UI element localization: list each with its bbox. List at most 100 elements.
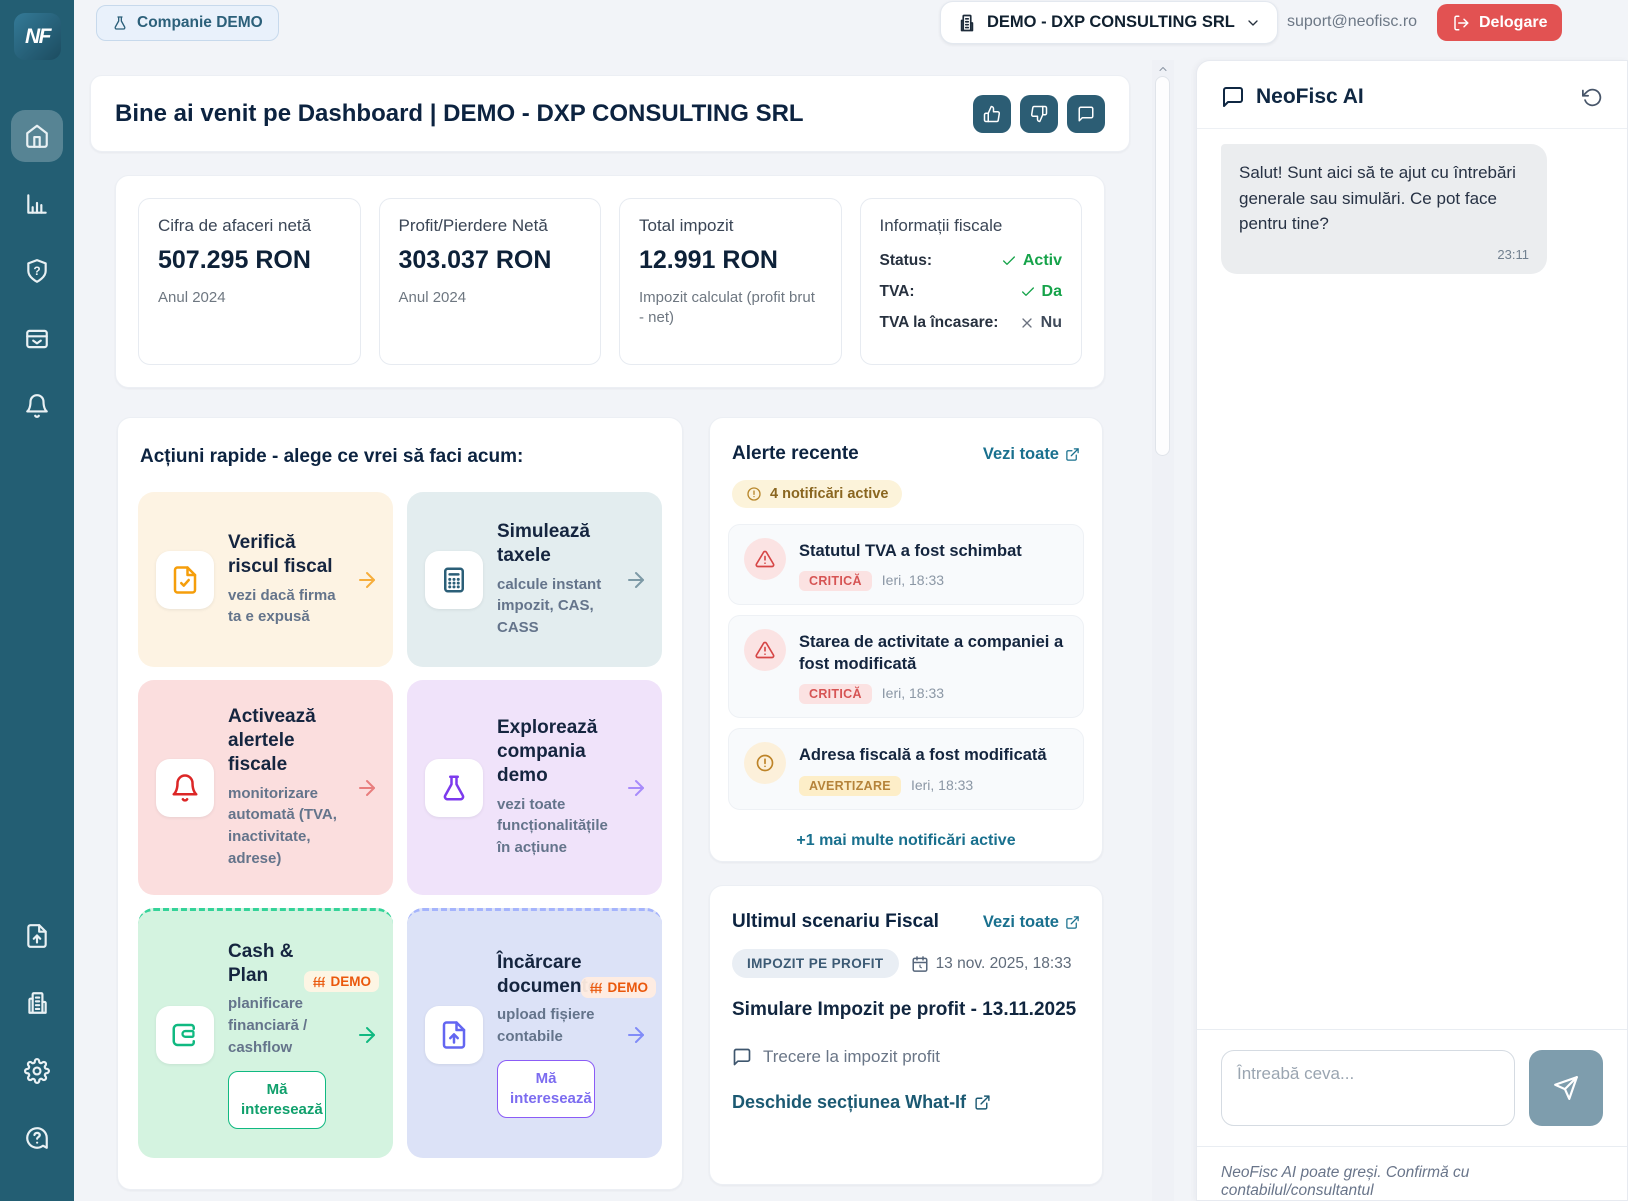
more-notifications-link[interactable]: +1 mai multe notificări active (728, 832, 1084, 850)
feedback-chat-button[interactable] (1067, 95, 1105, 133)
demo-badge-label: DEMO (608, 980, 649, 995)
thumbs-down-button[interactable] (1020, 95, 1058, 133)
scrollbar-thumb[interactable] (1155, 76, 1170, 456)
thumbs-up-icon (983, 105, 1001, 123)
calculator-icon (425, 551, 483, 609)
sidebar-item-documents[interactable] (24, 923, 50, 949)
quick-actions-panel: Acțiuni rapide - alege ce vrei să faci a… (117, 417, 683, 1190)
open-whatif-link[interactable]: Deschide secțiunea What-If (732, 1092, 1080, 1113)
external-link-icon (1065, 915, 1080, 930)
alert-item[interactable]: Starea de activitate a companiei a fost … (728, 615, 1084, 718)
sidebar: NF ? (0, 0, 74, 1201)
action-card-cash-plan[interactable]: DEMO Cash & Plan planificare financiară … (138, 908, 393, 1158)
sidebar-item-analytics[interactable] (24, 191, 50, 217)
sidebar-item-risk[interactable]: ? (24, 258, 50, 284)
scenario-view-all-link[interactable]: Vezi toate (983, 913, 1080, 932)
alerts-title: Alerte recente (732, 443, 859, 465)
view-all-label: Vezi toate (983, 913, 1059, 932)
sidebar-item-alerts[interactable] (24, 393, 50, 419)
scenario-type-badge: IMPOZIT PE PROFIT (732, 949, 899, 978)
bar-chart-icon (24, 191, 50, 217)
stat-label: Cifra de afaceri netă (158, 216, 341, 236)
sidebar-item-home[interactable] (11, 110, 63, 162)
file-upload-icon (425, 1006, 483, 1064)
alert-item[interactable]: Statutul TVA a fost schimbat CRITICĂIeri… (728, 524, 1084, 605)
chat-disclaimer: NeoFisc AI poate greși. Confirmă cu cont… (1197, 1146, 1627, 1200)
bell-icon (156, 759, 214, 817)
company-icon (24, 990, 50, 1016)
stat-label: Profit/Pierdere Netă (399, 216, 582, 236)
thumbs-up-button[interactable] (973, 95, 1011, 133)
fiscal-row-status: Status: Activ (880, 252, 1063, 270)
arrow-right-icon (624, 776, 648, 800)
scenario-comment-label: Trecere la impozit profit (763, 1047, 940, 1067)
scenario-date-label: 13 nov. 2025, 18:33 (936, 955, 1072, 973)
logout-button[interactable]: Delogare (1437, 4, 1562, 41)
arrow-right-icon (355, 568, 379, 592)
sidebar-item-settings[interactable] (24, 1058, 50, 1084)
scenario-comment: Trecere la impozit profit (732, 1047, 1080, 1067)
scenario-date: 13 nov. 2025, 18:33 (911, 955, 1072, 973)
fiscal-row-value: Da (1042, 283, 1062, 301)
flask-icon (112, 15, 128, 31)
arrow-right-icon (624, 568, 648, 592)
main-scrollbar[interactable] (1152, 60, 1174, 1201)
user-email: suport@neofisc.ro (1287, 13, 1417, 31)
alert-item[interactable]: Adresa fiscală a fost modificată AVERTIZ… (728, 728, 1084, 809)
sidebar-item-help[interactable] (24, 1125, 50, 1151)
chevron-up-icon (1157, 63, 1169, 75)
file-upload-icon (24, 923, 50, 949)
demo-badge: DEMO (581, 977, 657, 998)
doc-check-icon (156, 551, 214, 609)
action-card-explore-demo[interactable]: Explorează compania demo vezi toate func… (407, 680, 662, 895)
company-selector[interactable]: DEMO - DXP CONSULTING SRL (940, 1, 1278, 44)
demo-badge-label: DEMO (331, 974, 372, 989)
fiscal-row-label: TVA: (880, 283, 915, 301)
stat-note: Anul 2024 (158, 288, 341, 308)
action-card-risk-check[interactable]: Verifică riscul fiscal vezi dacă firma t… (138, 492, 393, 667)
fence-icon (589, 981, 603, 995)
quick-actions-heading: Acțiuni rapide - alege ce vrei să faci a… (140, 446, 660, 468)
action-card-simulate-taxes[interactable]: Simulează taxele calcule instant impozit… (407, 492, 662, 667)
arrow-right-icon (355, 776, 379, 800)
severity-badge: CRITICĂ (799, 571, 872, 591)
fiscal-info-title: Informații fiscale (880, 216, 1063, 236)
external-link-icon (1065, 447, 1080, 462)
building-icon (957, 13, 977, 33)
page-title: Bine ai venit pe Dashboard | DEMO - DXP … (115, 100, 804, 128)
send-button[interactable] (1529, 1050, 1603, 1126)
action-desc: vezi toate funcționalitățile în acțiune (497, 794, 610, 859)
thumbs-down-icon (1030, 105, 1048, 123)
inbox-icon (24, 326, 50, 352)
alerts-view-all-link[interactable]: Vezi toate (983, 445, 1080, 464)
sidebar-item-company[interactable] (24, 990, 50, 1016)
chat-input[interactable] (1221, 1050, 1515, 1126)
alert-time: Ieri, 18:33 (882, 572, 944, 588)
interested-button[interactable]: Mă interesează (228, 1071, 326, 1130)
shield-question-icon: ? (24, 258, 50, 284)
fiscal-row-value: Nu (1041, 314, 1062, 332)
action-title: Explorează compania demo (497, 716, 610, 787)
logout-icon (1452, 14, 1470, 32)
sidebar-item-inbox[interactable] (24, 326, 50, 352)
warning-circle-icon (746, 486, 762, 502)
stat-note: Impozit calculat (profit brut - net) (639, 288, 822, 329)
company-selector-value: DEMO - DXP CONSULTING SRL (987, 13, 1235, 32)
bell-icon (24, 393, 50, 419)
fiscal-row-label: Status: (880, 252, 933, 270)
action-card-activate-alerts[interactable]: Activează alertele fiscale monitorizare … (138, 680, 393, 895)
stats-panel: Cifra de afaceri netă 507.295 RON Anul 2… (115, 175, 1105, 388)
neofisc-ai-panel: NeoFisc AI Salut! Sunt aici să te ajut c… (1196, 60, 1628, 1201)
action-card-upload-documents[interactable]: DEMO Încărcare documente upload fișiere … (407, 908, 662, 1158)
interested-button[interactable]: Mă interesează (497, 1060, 595, 1119)
calendar-icon (911, 955, 929, 973)
stat-card-fiscal-info: Informații fiscale Status: Activ TVA: Da… (860, 198, 1083, 365)
stat-card-tax: Total impozit 12.991 RON Impozit calcula… (619, 198, 842, 365)
chevron-down-icon (1245, 15, 1261, 31)
company-demo-button[interactable]: Companie DEMO (96, 5, 279, 41)
action-desc: upload fișiere contabile (497, 1004, 610, 1048)
alert-time: Ieri, 18:33 (882, 685, 944, 701)
external-link-icon (974, 1094, 991, 1111)
stat-value: 507.295 RON (158, 246, 341, 275)
refresh-icon[interactable] (1582, 87, 1603, 108)
